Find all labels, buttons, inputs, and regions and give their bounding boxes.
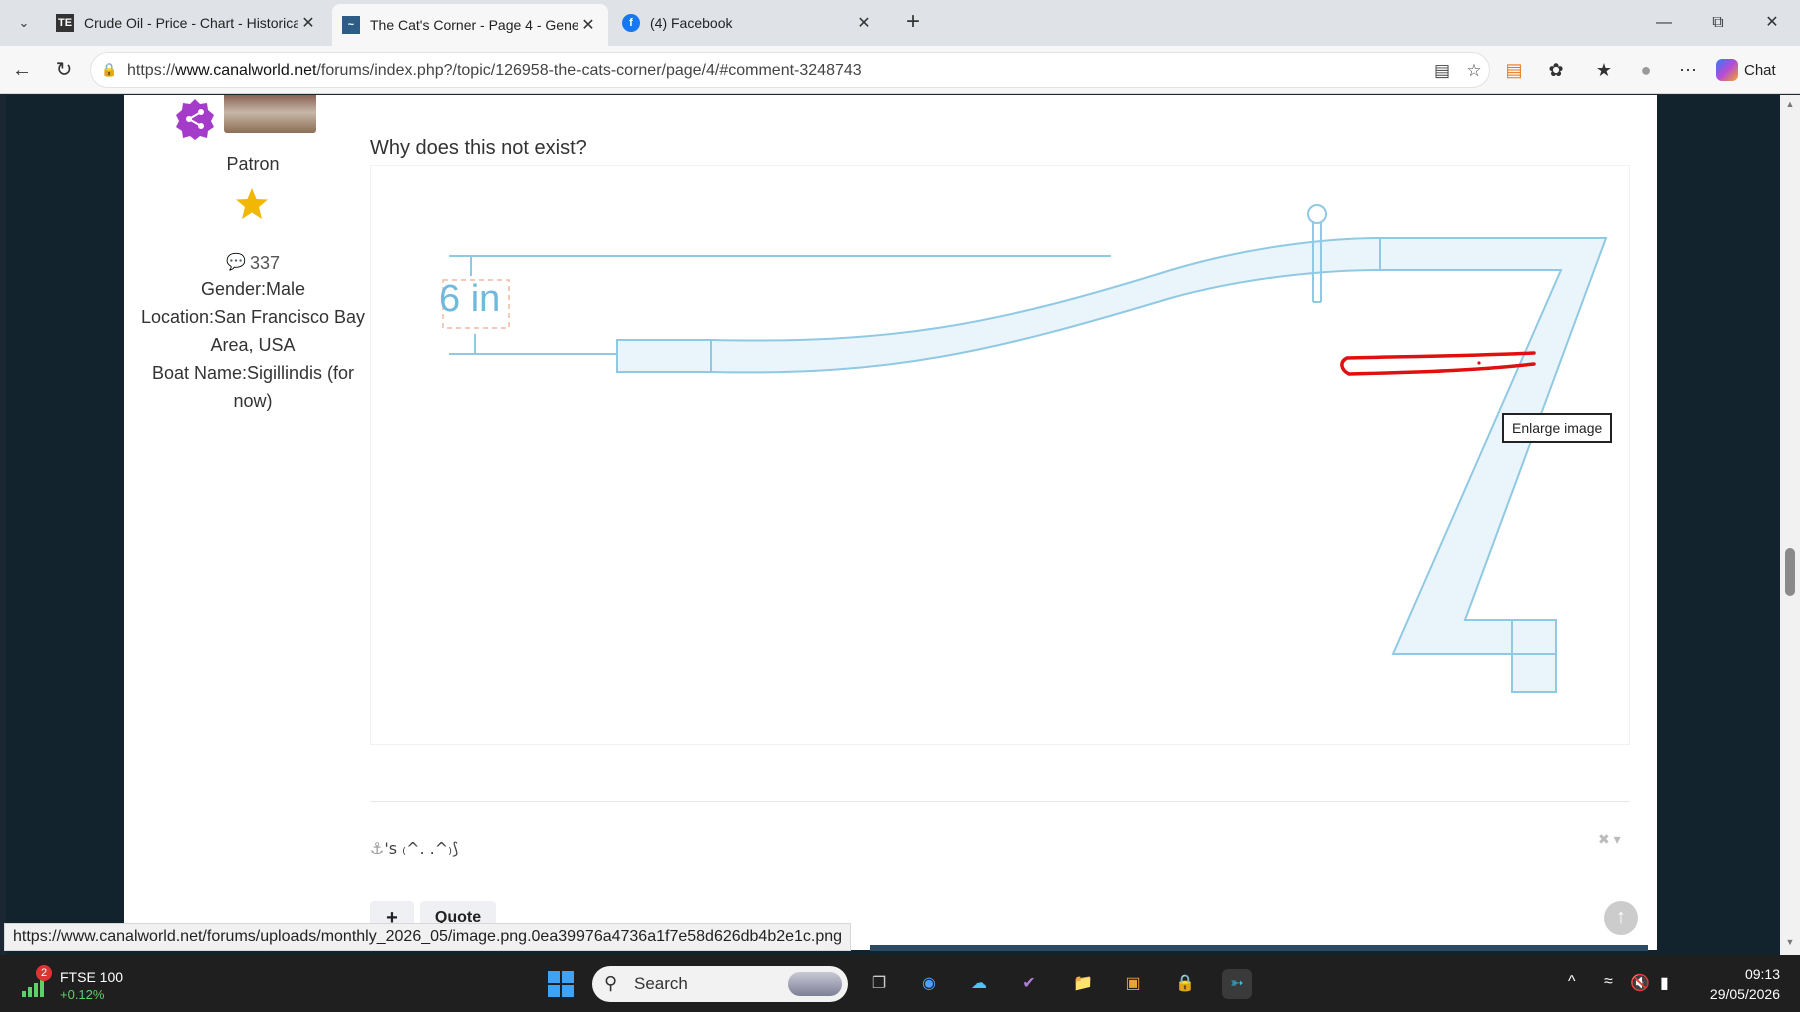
tab-title: The Cat's Corner - Page 4 - General bbox=[370, 17, 578, 33]
location-line1: Location:San Francisco Bay bbox=[140, 307, 366, 327]
copilot-chat-button[interactable]: Chat bbox=[1716, 54, 1776, 86]
post-text: Why does this not exist? bbox=[370, 137, 587, 159]
post-divider bbox=[370, 801, 1630, 802]
volume-muted-icon[interactable]: 🔇 bbox=[1630, 973, 1650, 993]
extensions-icon[interactable]: ✿ bbox=[1542, 56, 1570, 84]
tab-close-icon[interactable]: ✕ bbox=[854, 13, 874, 33]
vertical-scrollbar[interactable]: ▲ ▼ bbox=[1780, 95, 1800, 955]
copilot-icon bbox=[1716, 59, 1738, 81]
windows-start-icon[interactable] bbox=[548, 971, 574, 997]
share-badge-icon bbox=[176, 99, 214, 140]
minimize-button[interactable]: — bbox=[1644, 8, 1684, 38]
notification-badge: 2 bbox=[36, 965, 52, 981]
signature: ⚓'s ₍^. .^₎⟆ bbox=[370, 839, 458, 858]
new-tab-button[interactable]: + bbox=[898, 8, 928, 38]
canalworld-icon: ~ bbox=[342, 16, 360, 34]
search-label: Search bbox=[634, 974, 688, 993]
tab-title: Crude Oil - Price - Chart - Historical bbox=[84, 15, 298, 31]
back-arrow-icon[interactable]: ← bbox=[6, 55, 38, 87]
windows-taskbar: 2 FTSE 100 +0.12% ⚲ Search ❐ ◉ ☁ ✔ 📁 ▣ 🔒… bbox=[0, 955, 1800, 1012]
file-explorer-icon[interactable]: 📁 bbox=[1068, 969, 1098, 999]
site-info-lock-icon[interactable]: 🔒 bbox=[101, 62, 117, 78]
widget-name: FTSE 100 bbox=[60, 969, 124, 985]
clock-date: 29/05/2026 bbox=[1709, 986, 1780, 1002]
show-hidden-icons-chevron-icon[interactable]: ^ bbox=[1568, 973, 1576, 991]
clock-time: 09:13 bbox=[1744, 966, 1780, 982]
tab-strip: ⌄ TE Crude Oil - Price - Chart - Histori… bbox=[0, 0, 1800, 46]
page-footer-strip bbox=[870, 945, 1648, 951]
battery-icon[interactable]: ▮ bbox=[1660, 973, 1669, 993]
url-text[interactable]: https://www.canalworld.net/forums/index.… bbox=[127, 62, 862, 80]
tab-list-chevron-icon[interactable]: ⌄ bbox=[8, 8, 40, 38]
tab-facebook[interactable]: f (4) Facebook ✕ bbox=[612, 4, 884, 42]
status-bar-link: https://www.canalworld.net/forums/upload… bbox=[4, 923, 852, 951]
rss-icon[interactable]: ▤ bbox=[1500, 56, 1528, 84]
facebook-icon: f bbox=[622, 14, 640, 32]
trading-economics-icon: TE bbox=[56, 14, 74, 32]
comment-bubble-icon: 💬 bbox=[226, 254, 246, 271]
onenote-app-icon[interactable]: ✔ bbox=[1014, 969, 1044, 999]
member-rank: Patron bbox=[226, 154, 280, 174]
dimension-label: 6 in bbox=[439, 278, 501, 320]
copilot-label: Chat bbox=[1744, 61, 1776, 79]
weather-app-icon[interactable]: ☁ bbox=[964, 969, 994, 999]
tab-close-icon[interactable]: ✕ bbox=[578, 15, 598, 35]
profile-avatar-icon[interactable]: ● bbox=[1632, 56, 1660, 84]
boat-signature-icon: ⚓ bbox=[370, 839, 385, 858]
boat-name-line1: Boat Name:Sigillindis (for bbox=[151, 363, 355, 383]
star-icon bbox=[236, 188, 268, 219]
favorite-star-icon[interactable]: ☆ bbox=[1463, 61, 1485, 83]
tab-crude-oil[interactable]: TE Crude Oil - Price - Chart - Historica… bbox=[46, 4, 328, 42]
signature-options-icon[interactable]: ✖ ▾ bbox=[1598, 831, 1621, 848]
scroll-down-arrow-icon[interactable]: ▼ bbox=[1784, 937, 1796, 947]
scrollbar-thumb[interactable] bbox=[1785, 548, 1795, 596]
close-window-button[interactable]: ✕ bbox=[1752, 8, 1792, 38]
gender-text: Gender:Male bbox=[200, 279, 306, 299]
favorites-icon[interactable]: ★ bbox=[1590, 56, 1618, 84]
reload-icon[interactable]: ↻ bbox=[48, 55, 80, 87]
restore-button[interactable]: ⧉ bbox=[1698, 8, 1738, 38]
post-count: 337 bbox=[249, 253, 280, 273]
location-line2: Area, USA bbox=[210, 335, 296, 355]
tab-cats-corner[interactable]: ~ The Cat's Corner - Page 4 - General ✕ bbox=[332, 4, 608, 46]
search-icon: ⚲ bbox=[604, 973, 618, 993]
tab-title: (4) Facebook bbox=[650, 15, 733, 31]
post-count-row: 💬 337 bbox=[124, 247, 382, 277]
signature-text: 's ₍^. .^₎⟆ bbox=[384, 839, 459, 858]
system-clock[interactable]: 09:13 29/05/2026 bbox=[1700, 964, 1780, 1004]
reader-view-icon[interactable]: ▤ bbox=[1431, 61, 1453, 83]
enlarge-image-tooltip[interactable]: Enlarge image bbox=[1502, 413, 1613, 443]
password-manager-icon[interactable]: 🔒 bbox=[1170, 969, 1200, 999]
scroll-up-arrow-icon[interactable]: ▲ bbox=[1784, 99, 1796, 109]
more-menu-icon[interactable]: ⋯ bbox=[1674, 56, 1702, 84]
post-image[interactable]: 6 in bbox=[370, 165, 1630, 745]
copilot-app-icon[interactable]: ◉ bbox=[914, 969, 944, 999]
pipe-drawing bbox=[442, 204, 1608, 693]
boat-name-line2: now) bbox=[233, 391, 273, 411]
task-view-icon[interactable]: ❐ bbox=[864, 969, 894, 999]
edge-browser-icon[interactable]: ➳ bbox=[1222, 969, 1252, 999]
taskbar-search[interactable]: ⚲ Search bbox=[592, 966, 848, 1002]
browser-toolbar: ← ↻ 🔒 https://www.canalworld.net/forums/… bbox=[0, 46, 1800, 94]
widget-change: +0.12% bbox=[60, 987, 105, 1002]
scroll-to-top-arrow-icon[interactable]: ↑ bbox=[1604, 901, 1638, 935]
stock-widget[interactable]: 2 FTSE 100 +0.12% bbox=[20, 965, 140, 1003]
avatar[interactable] bbox=[224, 95, 316, 133]
address-bar[interactable]: 🔒 https://www.canalworld.net/forums/inde… bbox=[90, 52, 1490, 88]
search-highlight-image bbox=[788, 972, 842, 996]
wifi-icon[interactable]: ≈ bbox=[1604, 973, 1613, 991]
tab-close-icon[interactable]: ✕ bbox=[298, 13, 318, 33]
forum-post: Patron 💬 337 Gender:Male Location:San Fra… bbox=[124, 95, 1657, 950]
photos-app-icon[interactable]: ▣ bbox=[1118, 969, 1148, 999]
